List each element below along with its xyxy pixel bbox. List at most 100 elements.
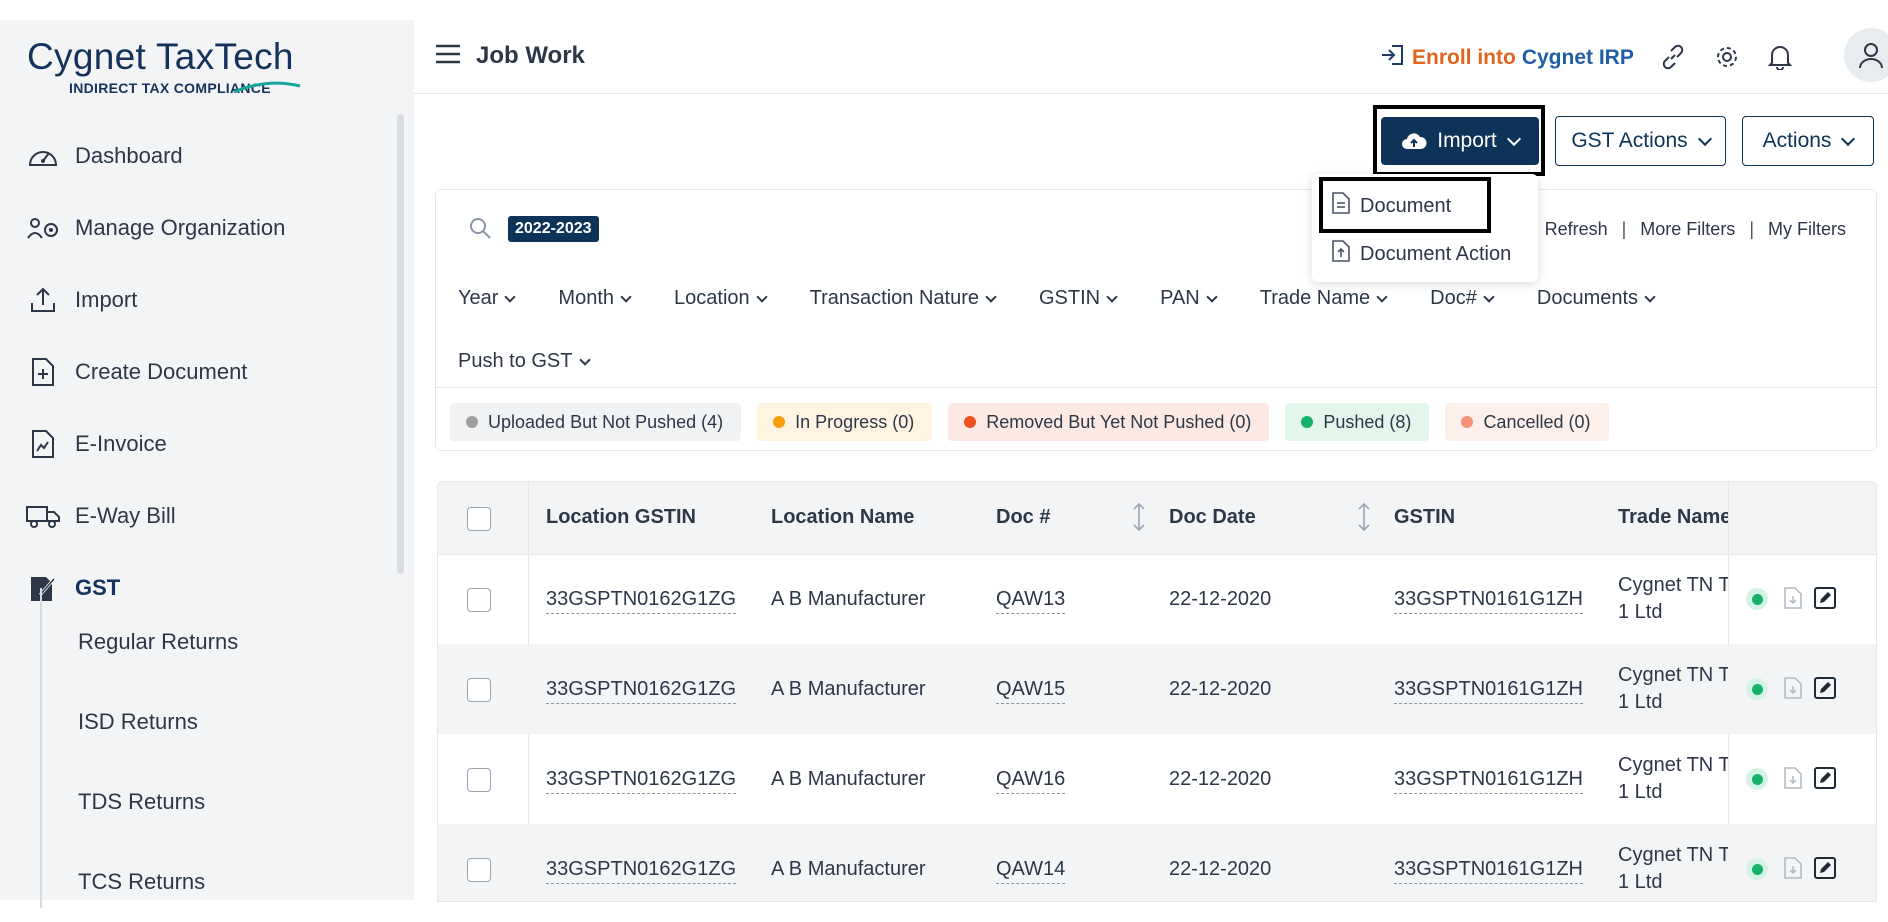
column-gstin[interactable]: GSTIN <box>1394 506 1455 529</box>
status-cancelled[interactable]: Cancelled (0) <box>1445 403 1609 441</box>
sidebar-item-e-invoice[interactable]: E-Invoice <box>0 408 400 480</box>
cell-location-gstin[interactable]: 33GSPTN0162G1ZG <box>546 678 737 704</box>
table-row[interactable]: 33GSPTN0162G1ZG A B Manufacturer QAW15 2… <box>438 644 1876 734</box>
refresh-link[interactable]: Refresh <box>1545 219 1608 240</box>
filter-doc-number[interactable]: Doc# <box>1430 287 1495 310</box>
filter-trade-name[interactable]: Trade Name <box>1259 287 1388 310</box>
year-chip[interactable]: 2022-2023 <box>508 216 599 242</box>
filter-push-to-gst[interactable]: Push to GST <box>458 350 591 373</box>
sidebar-item-create-document[interactable]: Create Document <box>0 336 400 408</box>
edit-icon[interactable] <box>1814 857 1836 884</box>
sidebar-item-manage-organization[interactable]: Manage Organization <box>0 192 400 264</box>
status-label: In Progress (0) <box>795 411 915 432</box>
status-dot <box>1461 416 1474 428</box>
cell-location-gstin[interactable]: 33GSPTN0162G1ZG <box>546 588 737 614</box>
download-file-icon[interactable] <box>1784 767 1802 794</box>
select-all-checkbox[interactable] <box>467 507 491 531</box>
row-checkbox[interactable] <box>467 768 491 792</box>
row-checkbox[interactable] <box>467 678 491 702</box>
filter-documents[interactable]: Documents <box>1537 287 1656 310</box>
cell-doc-number[interactable]: QAW14 <box>996 858 1066 884</box>
filter-location[interactable]: Location <box>674 287 768 310</box>
submenu-item-tcs-returns[interactable]: TCS Returns <box>0 842 400 922</box>
column-trade-name[interactable]: Trade Name <box>1618 506 1728 529</box>
gear-icon[interactable] <box>1712 42 1742 72</box>
cell-trade-name: Cygnet TN Ta <box>1618 844 1728 866</box>
avatar[interactable] <box>1844 28 1888 82</box>
row-checkbox[interactable] <box>467 588 491 612</box>
organization-icon <box>25 210 61 246</box>
row-checkbox[interactable] <box>467 858 491 882</box>
hamburger-menu-icon[interactable] <box>436 44 460 69</box>
my-filters-link[interactable]: My Filters <box>1768 219 1846 240</box>
download-file-icon[interactable] <box>1784 857 1802 884</box>
filter-label: Trade Name <box>1259 287 1371 309</box>
column-location-gstin[interactable]: Location GSTIN <box>546 506 696 529</box>
chevron-down-icon <box>578 353 591 366</box>
invoice-icon <box>25 426 61 462</box>
table-row[interactable]: 33GSPTN0162G1ZG A B Manufacturer QAW13 2… <box>438 554 1876 644</box>
truck-icon <box>25 498 61 534</box>
actions-button[interactable]: Actions <box>1742 116 1874 166</box>
cell-gstin[interactable]: 33GSPTN0161G1ZH <box>1394 588 1583 614</box>
table-row[interactable]: 33GSPTN0162G1ZG A B Manufacturer QAW16 2… <box>438 734 1876 824</box>
sidebar-scrollbar[interactable] <box>397 114 404 574</box>
more-filters-link[interactable]: More Filters <box>1640 219 1735 240</box>
chevron-down-icon <box>985 290 997 303</box>
gst-submenu: Regular Returns ISD Returns TDS Returns … <box>0 602 400 922</box>
status-uploaded[interactable]: Uploaded But Not Pushed (4) <box>450 403 742 441</box>
filter-gstin[interactable]: GSTIN <box>1039 287 1118 310</box>
enroll-link[interactable]: Enroll into Cygnet IRP <box>1380 44 1634 72</box>
file-upload-icon <box>1332 240 1350 268</box>
status-label: Pushed (8) <box>1323 411 1412 432</box>
sidebar-item-import[interactable]: Import <box>0 264 400 336</box>
status-pushed[interactable]: Pushed (8) <box>1285 403 1430 441</box>
sidebar-item-dashboard[interactable]: Dashboard <box>0 120 400 192</box>
upload-icon <box>25 282 61 318</box>
gst-actions-button[interactable]: GST Actions <box>1555 116 1726 166</box>
enroll-target: Cygnet IRP <box>1521 46 1634 69</box>
document-highlight-box <box>1319 177 1491 233</box>
menu-item-document-action[interactable]: Document Action <box>1332 240 1511 268</box>
status-in-progress[interactable]: In Progress (0) <box>757 403 933 441</box>
status-dot-icon <box>1746 768 1768 790</box>
cell-location-gstin[interactable]: 33GSPTN0162G1ZG <box>546 768 737 794</box>
sidebar-item-e-way-bill[interactable]: E-Way Bill <box>0 480 400 552</box>
search-icon[interactable] <box>468 216 492 245</box>
status-dot <box>1301 416 1314 428</box>
table-row[interactable]: 33GSPTN0162G1ZG A B Manufacturer QAW14 2… <box>438 824 1876 901</box>
logo[interactable]: Cygnet TaxTech INDIRECT TAX COMPLIANCE <box>27 36 301 96</box>
filter-month[interactable]: Month <box>558 287 632 310</box>
cell-trade-name-line2: 1 Ltd <box>1618 781 1663 803</box>
download-file-icon[interactable] <box>1784 587 1802 614</box>
submenu-item-isd-returns[interactable]: ISD Returns <box>0 682 400 762</box>
sort-icon[interactable] <box>1357 502 1371 537</box>
filter-transaction-nature[interactable]: Transaction Nature <box>810 287 997 310</box>
filter-year[interactable]: Year <box>458 287 517 310</box>
cell-gstin[interactable]: 33GSPTN0161G1ZH <box>1394 678 1583 704</box>
submenu-item-regular-returns[interactable]: Regular Returns <box>0 602 400 682</box>
cell-doc-date: 22-12-2020 <box>1169 768 1272 790</box>
column-location-name[interactable]: Location Name <box>771 506 914 529</box>
column-doc-date[interactable]: Doc Date <box>1169 506 1256 529</box>
cell-doc-number[interactable]: QAW13 <box>996 588 1066 614</box>
bell-icon[interactable] <box>1765 42 1795 72</box>
cell-gstin[interactable]: 33GSPTN0161G1ZH <box>1394 768 1583 794</box>
cell-location-gstin[interactable]: 33GSPTN0162G1ZG <box>546 858 737 884</box>
cell-doc-number[interactable]: QAW16 <box>996 768 1066 794</box>
divider <box>436 387 1876 388</box>
edit-icon[interactable] <box>1814 677 1836 704</box>
cell-doc-number[interactable]: QAW15 <box>996 678 1066 704</box>
sort-icon[interactable] <box>1132 502 1146 537</box>
column-doc-number[interactable]: Doc # <box>996 506 1050 529</box>
download-file-icon[interactable] <box>1784 677 1802 704</box>
sidebar-item-label: Create Document <box>75 359 248 384</box>
filter-pan[interactable]: PAN <box>1160 287 1218 310</box>
edit-icon[interactable] <box>1814 767 1836 794</box>
cell-gstin[interactable]: 33GSPTN0161G1ZH <box>1394 858 1583 884</box>
submenu-item-tds-returns[interactable]: TDS Returns <box>0 762 400 842</box>
import-button[interactable]: Import <box>1381 117 1539 165</box>
link-icon[interactable] <box>1658 42 1688 72</box>
edit-icon[interactable] <box>1814 587 1836 614</box>
status-removed[interactable]: Removed But Yet Not Pushed (0) <box>948 403 1270 441</box>
